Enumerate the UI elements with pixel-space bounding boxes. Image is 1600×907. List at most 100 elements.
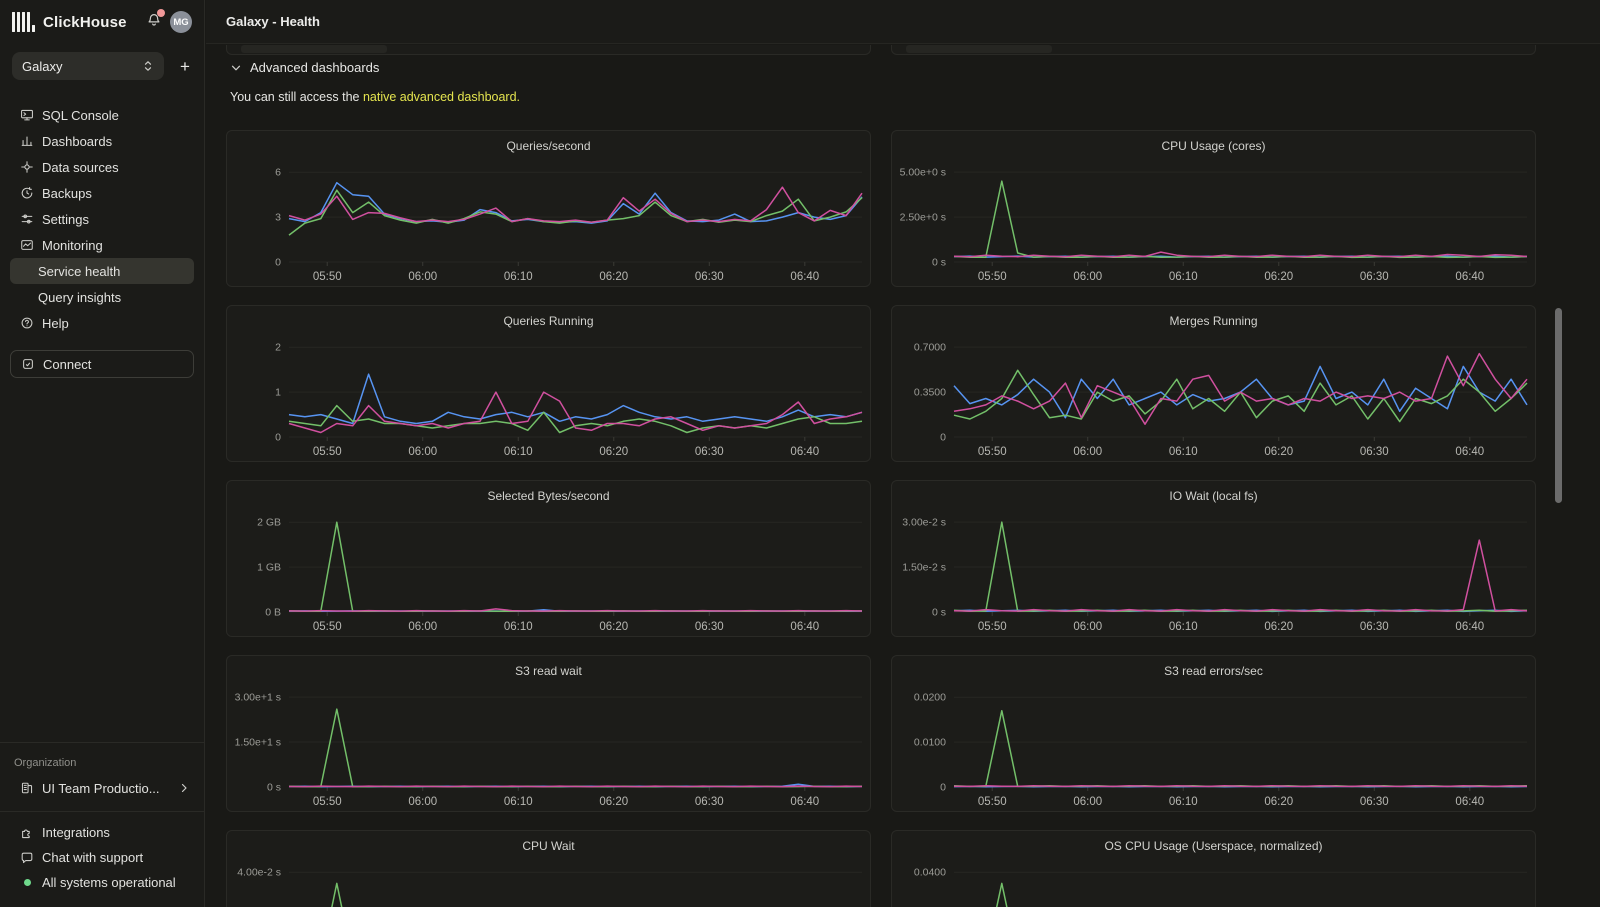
svg-text:0 s: 0 s	[932, 607, 946, 619]
chart-panel-2: CPU Usage (cores)0 s2.50e+0 s5.00e+0 s05…	[891, 130, 1536, 287]
sidebar-item-integrations[interactable]: Integrations	[10, 820, 194, 845]
backups-icon	[20, 186, 34, 200]
scrolled-panel-stub	[226, 45, 871, 55]
svg-text:05:50: 05:50	[313, 446, 342, 458]
svg-text:06:20: 06:20	[1264, 621, 1293, 633]
sidebar-item-query-insights[interactable]: Query insights	[10, 284, 194, 310]
sidebar-item-sql-console[interactable]: SQL Console	[10, 102, 194, 128]
svg-text:3.00e-2 s: 3.00e-2 s	[902, 517, 946, 529]
chart-title: Queries/second	[227, 131, 870, 153]
native-dashboard-link[interactable]: native advanced dashboard.	[363, 90, 520, 104]
chart-panel-10: OS CPU Usage (Userspace, normalized)00.0…	[891, 830, 1536, 907]
svg-text:6: 6	[275, 167, 281, 179]
notifications-button[interactable]	[146, 12, 162, 33]
chart-plot[interactable]: 0 s2.50e+0 s5.00e+0 s05:5006:0006:1006:2…	[892, 153, 1537, 288]
svg-text:06:00: 06:00	[408, 796, 437, 808]
chart-plot[interactable]: 0 s1.50e+1 s3.00e+1 s05:5006:0006:1006:2…	[227, 678, 872, 813]
system-status[interactable]: All systems operational	[10, 870, 194, 895]
chart-panel-8: S3 read errors/sec00.01000.020005:5006:0…	[891, 655, 1536, 812]
svg-text:06:40: 06:40	[790, 446, 819, 458]
organization-switcher[interactable]: UI Team Productio...	[10, 775, 194, 801]
svg-text:06:00: 06:00	[408, 271, 437, 283]
svg-text:0: 0	[275, 257, 281, 269]
svg-text:06:30: 06:30	[1360, 796, 1389, 808]
chevron-up-down-icon	[142, 59, 154, 73]
service-selector-row: Galaxy +	[0, 44, 204, 90]
sidebar-item-help[interactable]: Help	[10, 310, 194, 336]
svg-text:06:30: 06:30	[1360, 271, 1389, 283]
sidebar-item-label: Service health	[38, 264, 120, 279]
vertical-scrollbar-thumb[interactable]	[1555, 308, 1562, 503]
sidebar-item-backups[interactable]: Backups	[10, 180, 194, 206]
chart-title: OS CPU Usage (Userspace, normalized)	[892, 831, 1535, 853]
organization-name: UI Team Productio...	[42, 781, 178, 796]
avatar[interactable]: MG	[170, 11, 192, 33]
chart-plot[interactable]: 01205:5006:0006:1006:2006:3006:40	[227, 328, 872, 463]
sidebar-item-settings[interactable]: Settings	[10, 206, 194, 232]
chart-title: S3 read errors/sec	[892, 656, 1535, 678]
sidebar-item-dashboards[interactable]: Dashboards	[10, 128, 194, 154]
chevron-down-icon	[230, 62, 242, 74]
sidebar-item-chat-support[interactable]: Chat with support	[10, 845, 194, 870]
chart-title: IO Wait (local fs)	[892, 481, 1535, 503]
advanced-dashboards-label: Advanced dashboards	[250, 60, 379, 75]
chart-plot[interactable]: 0 B1 GB2 GB05:5006:0006:1006:2006:3006:4…	[227, 503, 872, 638]
chart-plot[interactable]: 0 s1.50e-2 s3.00e-2 s05:5006:0006:1006:2…	[892, 503, 1537, 638]
sidebar-item-label: Dashboards	[42, 134, 112, 149]
chart-plot[interactable]: 03605:5006:0006:1006:2006:3006:40	[227, 153, 872, 288]
svg-text:06:30: 06:30	[1360, 446, 1389, 458]
sidebar-item-label: Monitoring	[42, 238, 103, 253]
svg-text:06:10: 06:10	[504, 446, 533, 458]
help-icon	[20, 316, 34, 330]
svg-text:06:00: 06:00	[1073, 621, 1102, 633]
chart-plot[interactable]: 00.01000.020005:5006:0006:1006:2006:3006…	[892, 678, 1537, 813]
svg-text:05:50: 05:50	[978, 621, 1007, 633]
service-selector[interactable]: Galaxy	[12, 52, 164, 80]
svg-text:0.0200: 0.0200	[914, 692, 946, 704]
svg-text:3: 3	[275, 212, 281, 224]
sidebar-item-label: Settings	[42, 212, 89, 227]
svg-text:06:40: 06:40	[1455, 621, 1484, 633]
clickhouse-logo-icon	[12, 12, 35, 32]
notification-dot	[157, 9, 165, 17]
svg-text:06:10: 06:10	[1169, 446, 1198, 458]
notice-text: You can still access the	[230, 90, 363, 104]
svg-text:05:50: 05:50	[313, 271, 342, 283]
chevron-right-icon	[178, 782, 190, 794]
connect-icon	[21, 357, 35, 371]
svg-text:0: 0	[275, 432, 281, 444]
sidebar-item-label: SQL Console	[42, 108, 119, 123]
sidebar-item-service-health[interactable]: Service health	[10, 258, 194, 284]
svg-text:1.50e-2 s: 1.50e-2 s	[902, 562, 946, 574]
svg-text:3.00e+1 s: 3.00e+1 s	[235, 692, 281, 704]
connect-button[interactable]: Connect	[10, 350, 194, 378]
svg-text:06:40: 06:40	[790, 621, 819, 633]
chart-plot[interactable]: 0 s2.00e-2 s4.00e-2 s05:5006:0006:1006:2…	[227, 853, 872, 907]
chart-plot[interactable]: 00.02000.040005:5006:0006:1006:2006:3006…	[892, 853, 1537, 907]
svg-text:06:20: 06:20	[599, 446, 628, 458]
add-service-button[interactable]: +	[174, 56, 196, 77]
chart-title: CPU Usage (cores)	[892, 131, 1535, 153]
sidebar-item-label: Help	[42, 316, 69, 331]
sidebar-item-monitoring[interactable]: Monitoring	[10, 232, 194, 258]
sidebar-item-data-sources[interactable]: Data sources	[10, 154, 194, 180]
settings-icon	[20, 212, 34, 226]
chart-panel-5: Selected Bytes/second0 B1 GB2 GB05:5006:…	[226, 480, 871, 637]
advanced-dashboards-toggle[interactable]: Advanced dashboards	[230, 60, 379, 75]
svg-text:2: 2	[275, 342, 281, 354]
svg-text:05:50: 05:50	[313, 796, 342, 808]
chat-icon	[20, 851, 34, 865]
page-title: Galaxy - Health	[226, 14, 320, 29]
svg-text:06:10: 06:10	[504, 271, 533, 283]
svg-text:06:00: 06:00	[1073, 796, 1102, 808]
svg-text:1 GB: 1 GB	[257, 562, 281, 574]
svg-text:06:40: 06:40	[1455, 796, 1484, 808]
svg-text:06:40: 06:40	[790, 271, 819, 283]
sidebar-item-label: Query insights	[38, 290, 121, 305]
svg-text:5.00e+0 s: 5.00e+0 s	[900, 167, 946, 179]
chart-plot[interactable]: 00.35000.700005:5006:0006:1006:2006:3006…	[892, 328, 1537, 463]
charts-grid: Queries/second 0 3 6 05:50 06:00 06:10 06:20 06:…	[226, 130, 1536, 907]
main-content: Galaxy - Health Advanced dashboards You …	[206, 0, 1600, 907]
svg-text:06:30: 06:30	[695, 446, 724, 458]
integrations-icon	[20, 826, 34, 840]
